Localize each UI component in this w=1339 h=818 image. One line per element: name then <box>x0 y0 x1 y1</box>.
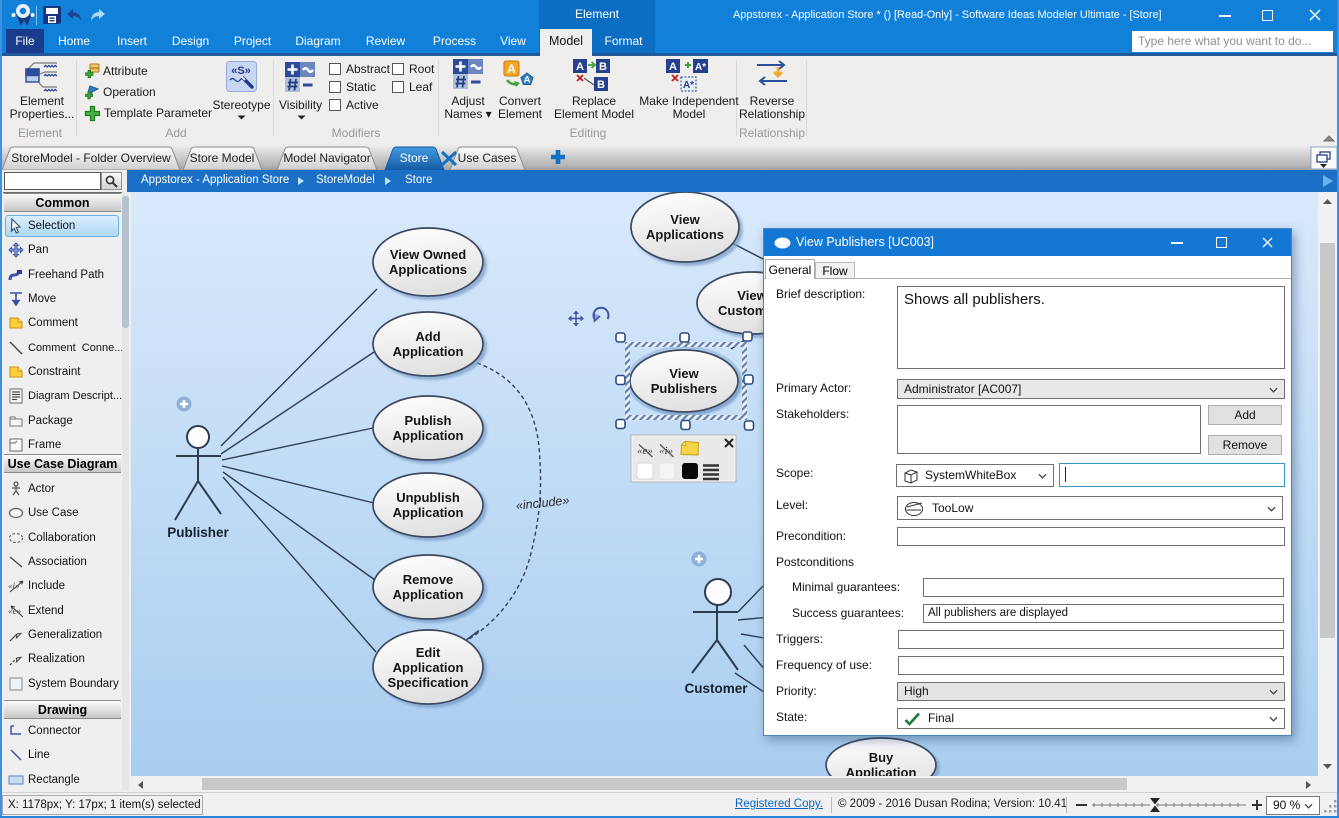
svg-text:Application: Application <box>393 428 464 443</box>
svg-text:Application: Application <box>846 765 917 776</box>
svg-text:StoreModel - Folder Overview: StoreModel - Folder Overview <box>11 151 171 165</box>
svg-text:Application: Application <box>393 505 464 520</box>
svg-text:Customer: Customer <box>684 681 748 696</box>
svg-text:B: B <box>599 61 607 73</box>
svg-text:Add: Add <box>415 329 440 344</box>
svg-text:A: A <box>576 61 584 73</box>
svg-text:Applications: Applications <box>389 262 467 277</box>
svg-text:View Owned: View Owned <box>390 247 466 262</box>
svg-text:Application: Application <box>393 344 464 359</box>
svg-text:Publishers: Publishers <box>651 381 717 396</box>
svg-text:Publisher: Publisher <box>167 525 229 540</box>
svg-text:B: B <box>597 79 605 91</box>
svg-text:Remove: Remove <box>403 572 454 587</box>
svg-text:A: A <box>669 61 677 73</box>
svg-text:Specification: Specification <box>388 675 469 690</box>
svg-text:View: View <box>670 212 700 227</box>
svg-text:A*: A* <box>695 62 706 73</box>
svg-text:Applications: Applications <box>646 227 724 242</box>
svg-text:Application: Application <box>393 660 464 675</box>
svg-text:Publish: Publish <box>405 413 452 428</box>
svg-text:«S»: «S» <box>231 65 251 77</box>
svg-text:View: View <box>669 366 699 381</box>
svg-text:Edit: Edit <box>416 645 441 660</box>
svg-text:Use Cases: Use Cases <box>458 151 517 165</box>
svg-text:Model Navigator: Model Navigator <box>283 151 370 165</box>
svg-text:Store Model: Store Model <box>190 151 255 165</box>
svg-text:«i»: «i» <box>8 581 20 591</box>
svg-text:Buy: Buy <box>869 750 894 765</box>
svg-text:A: A <box>507 62 516 76</box>
svg-text:A*: A* <box>683 80 694 91</box>
svg-text:Store: Store <box>400 151 429 165</box>
svg-text:Unpublish: Unpublish <box>396 490 460 505</box>
svg-text:Application: Application <box>393 587 464 602</box>
svg-text:A: A <box>524 75 531 86</box>
